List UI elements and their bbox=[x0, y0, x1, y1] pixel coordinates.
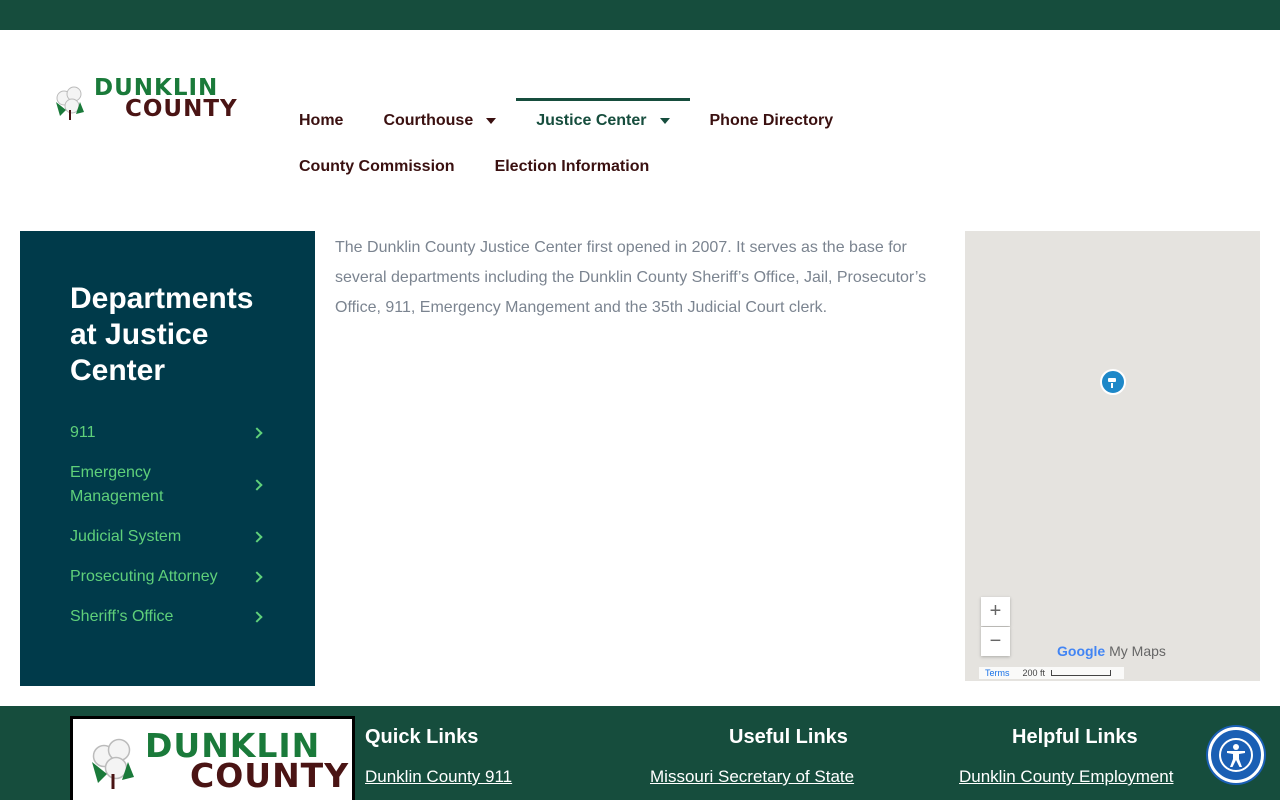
nav-election-information[interactable]: Election Information bbox=[475, 144, 670, 190]
nav-courthouse[interactable]: Courthouse bbox=[363, 98, 516, 144]
nav-phone-directory[interactable]: Phone Directory bbox=[690, 98, 854, 144]
chevron-right-icon bbox=[251, 427, 263, 439]
sidebar-item-sheriffs-office[interactable]: Sheriff’s Office bbox=[70, 597, 265, 637]
site-logo[interactable]: DUNKLIN COUNTY bbox=[50, 77, 237, 122]
map-scale-label: 200 ft bbox=[1022, 668, 1046, 678]
map-footer: Terms 200 ft bbox=[979, 667, 1124, 679]
nav-justice-center-label: Justice Center bbox=[536, 112, 647, 129]
nav-row-1: Home Courthouse Justice Center Phone Dir… bbox=[279, 98, 879, 144]
map-terms-link[interactable]: Terms bbox=[985, 668, 1010, 678]
main-nav: Home Courthouse Justice Center Phone Dir… bbox=[279, 98, 879, 190]
caret-down-icon bbox=[486, 118, 497, 124]
my-maps-label: My Maps bbox=[1109, 643, 1166, 659]
accessibility-button[interactable] bbox=[1208, 727, 1264, 783]
chevron-right-icon bbox=[251, 531, 263, 543]
chevron-right-icon bbox=[251, 479, 263, 491]
sidebar-item-emergency-management[interactable]: Emergency Management bbox=[70, 453, 265, 517]
sidebar-title: Departments at Justice Center bbox=[70, 282, 254, 387]
footer-logo-text: DUNKLIN COUNTY bbox=[145, 729, 350, 795]
logo-line-2: COUNTY bbox=[125, 96, 238, 122]
sidebar-item-prosecuting-attorney[interactable]: Prosecuting Attorney bbox=[70, 557, 265, 597]
map-scale-bar bbox=[1051, 670, 1112, 676]
nav-courthouse-label: Courthouse bbox=[383, 112, 474, 129]
sidebar-item-label: Emergency Management bbox=[70, 464, 164, 505]
cotton-boll-icon bbox=[92, 738, 134, 789]
sidebar-item-label: Sheriff’s Office bbox=[70, 608, 174, 625]
nav-row-2: County Commission Election Information bbox=[279, 144, 879, 190]
footer-logo-line-2: COUNTY bbox=[190, 756, 350, 795]
nav-election-information-label: Election Information bbox=[494, 158, 650, 175]
link-dunklin-county-911[interactable]: Dunklin County 911 bbox=[365, 767, 512, 787]
map-branding: Google My Maps bbox=[1057, 643, 1166, 659]
useful-links-column: Useful Links Missouri Secretary of State bbox=[650, 726, 854, 787]
nav-phone-directory-label: Phone Directory bbox=[709, 112, 834, 129]
sidebar-item-judicial-system[interactable]: Judicial System bbox=[70, 517, 265, 557]
sidebar-item-label: 911 bbox=[70, 424, 96, 441]
helpful-links-column: Helpful Links Dunklin County Employment bbox=[959, 726, 1173, 787]
footer-logo[interactable]: DUNKLIN COUNTY bbox=[70, 716, 355, 800]
nav-county-commission[interactable]: County Commission bbox=[279, 144, 475, 190]
google-logo: Google bbox=[1057, 643, 1106, 659]
map-marker-icon[interactable] bbox=[1100, 369, 1126, 395]
department-list: 911 Emergency Management Judicial System… bbox=[70, 413, 265, 637]
departments-sidebar: Departments at Justice Center 911 Emerge… bbox=[20, 231, 315, 686]
nav-home-label: Home bbox=[299, 112, 344, 129]
logo-text: DUNKLIN COUNTY bbox=[94, 77, 238, 122]
nav-home[interactable]: Home bbox=[279, 98, 363, 144]
chevron-right-icon bbox=[251, 571, 263, 583]
useful-links-heading: Useful Links bbox=[729, 726, 848, 748]
quick-links-column: Quick Links Dunklin County 911 bbox=[365, 726, 512, 787]
sidebar-item-911[interactable]: 911 bbox=[70, 413, 265, 453]
chevron-right-icon bbox=[251, 611, 263, 623]
top-bar bbox=[0, 0, 1280, 30]
link-missouri-secretary-of-state[interactable]: Missouri Secretary of State bbox=[650, 767, 854, 787]
link-dunklin-county-employment[interactable]: Dunklin County Employment bbox=[959, 767, 1173, 787]
justice-center-intro: The Dunklin County Justice Center first … bbox=[335, 239, 927, 316]
zoom-out-button[interactable]: − bbox=[981, 627, 1010, 656]
accessibility-icon bbox=[1219, 738, 1253, 772]
embedded-map[interactable]: + − Google My Maps Terms 200 ft bbox=[965, 231, 1260, 681]
sidebar-item-label: Prosecuting Attorney bbox=[70, 568, 218, 585]
quick-links-heading: Quick Links bbox=[365, 726, 479, 748]
nav-county-commission-label: County Commission bbox=[299, 158, 455, 175]
sidebar-item-label: Judicial System bbox=[70, 528, 182, 545]
zoom-in-button[interactable]: + bbox=[981, 597, 1010, 626]
caret-down-icon bbox=[659, 118, 670, 124]
gavel-icon bbox=[1108, 378, 1116, 388]
site-footer: DUNKLIN COUNTY Quick Links Dunklin Count… bbox=[0, 706, 1280, 800]
nav-justice-center[interactable]: Justice Center bbox=[516, 98, 690, 144]
cotton-boll-icon bbox=[56, 86, 84, 120]
helpful-links-heading: Helpful Links bbox=[1012, 726, 1138, 748]
